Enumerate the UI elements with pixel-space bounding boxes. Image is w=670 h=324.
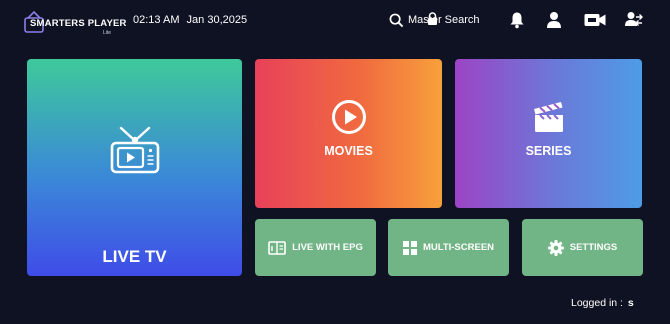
app-logo: SMARTERS PLAYER Lite — [24, 6, 127, 36]
settings-tile[interactable]: SETTINGS — [522, 219, 643, 276]
clock-time: 02:13 AM — [133, 14, 180, 26]
settings-label: SETTINGS — [569, 242, 618, 253]
switch-user-icon — [625, 12, 643, 26]
logged-in-username: s — [627, 297, 634, 309]
series-label: SERIES — [525, 144, 572, 158]
clock-date: Jan 30,2025 — [186, 14, 248, 26]
multi-screen-tile[interactable]: MULTI-SCREEN — [388, 219, 509, 276]
live-tv-tile[interactable]: LIVE TV — [27, 59, 242, 276]
multi-screen-label: MULTI-SCREEN — [422, 242, 495, 253]
switch-user-button[interactable] — [623, 10, 645, 30]
logged-in-label: Logged in : — [571, 297, 623, 309]
master-search-label: Master Search — [408, 14, 480, 26]
app-edition: Lite — [103, 30, 112, 36]
recordings-button[interactable] — [583, 10, 607, 30]
live-tv-label: LIVE TV — [102, 247, 167, 266]
movies-label: MOVIES — [324, 144, 373, 158]
play-circle-icon — [332, 100, 366, 134]
live-with-epg-tile[interactable]: LIVE WITH EPG — [255, 219, 376, 276]
user-icon — [547, 12, 561, 28]
video-camera-icon — [584, 14, 606, 26]
tv-icon — [110, 126, 160, 174]
account-button[interactable] — [543, 10, 565, 30]
logged-in-status: Logged in : s — [571, 297, 634, 309]
top-bar: SMARTERS PLAYER Lite 02:13 AM Jan 30,202… — [0, 0, 670, 44]
notifications-button[interactable] — [506, 10, 528, 30]
bell-icon — [510, 12, 524, 29]
movies-tile[interactable]: MOVIES — [255, 59, 442, 208]
live-with-epg-label: LIVE WITH EPG — [292, 242, 363, 253]
clock: 02:13 AM Jan 30,2025 — [133, 14, 247, 26]
epg-book-icon — [268, 241, 286, 255]
app-name: SMARTERS PLAYER — [30, 18, 127, 29]
series-tile[interactable]: SERIES — [455, 59, 642, 208]
lock-icon[interactable] — [427, 12, 438, 26]
search-icon — [389, 13, 404, 27]
grid-icon — [402, 240, 417, 255]
clapperboard-icon — [534, 102, 563, 132]
gear-icon — [547, 239, 564, 256]
